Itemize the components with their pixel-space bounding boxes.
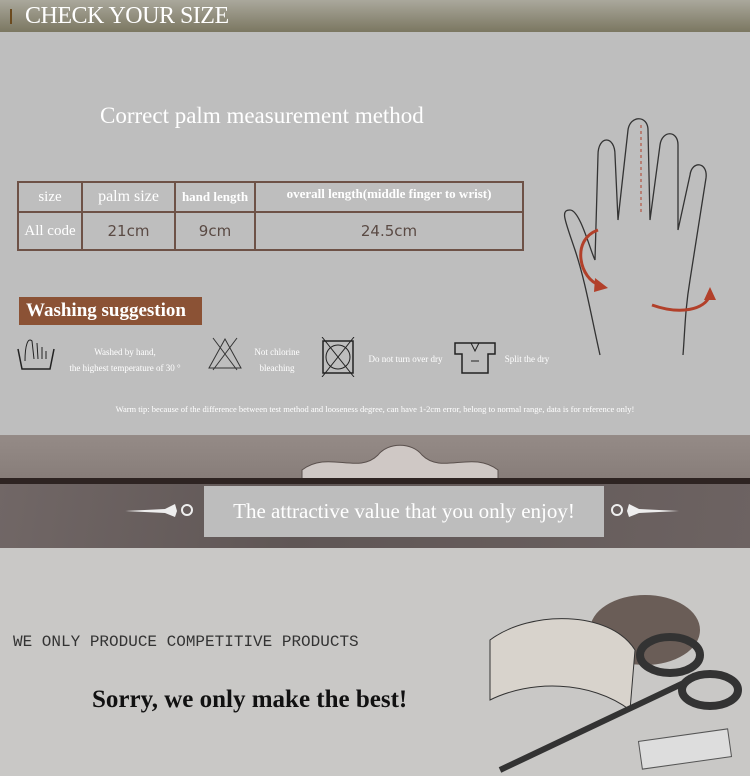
no-tumble-dry-label: Do not turn over dry — [368, 354, 443, 364]
no-bleach-label: Not chlorine bleaching — [254, 347, 300, 373]
left-flourish-icon — [125, 504, 193, 517]
sewing-tools-icon — [489, 595, 742, 773]
cell-overall: 24.5cm — [254, 211, 524, 251]
measure-title: Correct palm measurement method — [100, 103, 424, 128]
hand-diagram-icon — [563, 118, 716, 356]
th-palm: palm size — [81, 181, 176, 213]
cell-hand: 9cm — [174, 211, 256, 251]
no-bleach-icon — [208, 337, 242, 371]
size-table: size palm size hand length overall lengt… — [17, 181, 524, 251]
cell-palm: 21cm — [81, 211, 176, 251]
banner-text: The attractive value that you only enjoy… — [204, 486, 604, 537]
header-bar: CHECK YOUR SIZE — [0, 0, 750, 32]
ornament-icon — [301, 444, 499, 480]
cell-size: All code — [17, 211, 83, 251]
no-tumble-dry-icon — [321, 337, 355, 377]
th-overall: overall length(middle finger to wrist) — [254, 181, 524, 213]
warm-tip: Warm tip: because of the difference betw… — [115, 404, 635, 414]
header-title: CHECK YOUR SIZE — [25, 3, 229, 29]
washing-title: Washing suggestion — [19, 297, 202, 325]
dry-flat-icon — [454, 342, 496, 374]
th-size: size — [17, 181, 83, 213]
th-hand: hand length — [174, 181, 256, 213]
slogan: Sorry, we only make the best! — [92, 686, 408, 713]
right-flourish-icon — [611, 504, 679, 517]
hand-wash-icon — [17, 339, 55, 370]
dry-flat-label: Split the dry — [504, 354, 550, 364]
hand-wash-label: Washed by hand, the highest temperature o… — [69, 347, 181, 373]
tagline: WE ONLY PRODUCE COMPETITIVE PRODUCTS — [13, 633, 359, 651]
header-accent — [10, 9, 12, 24]
